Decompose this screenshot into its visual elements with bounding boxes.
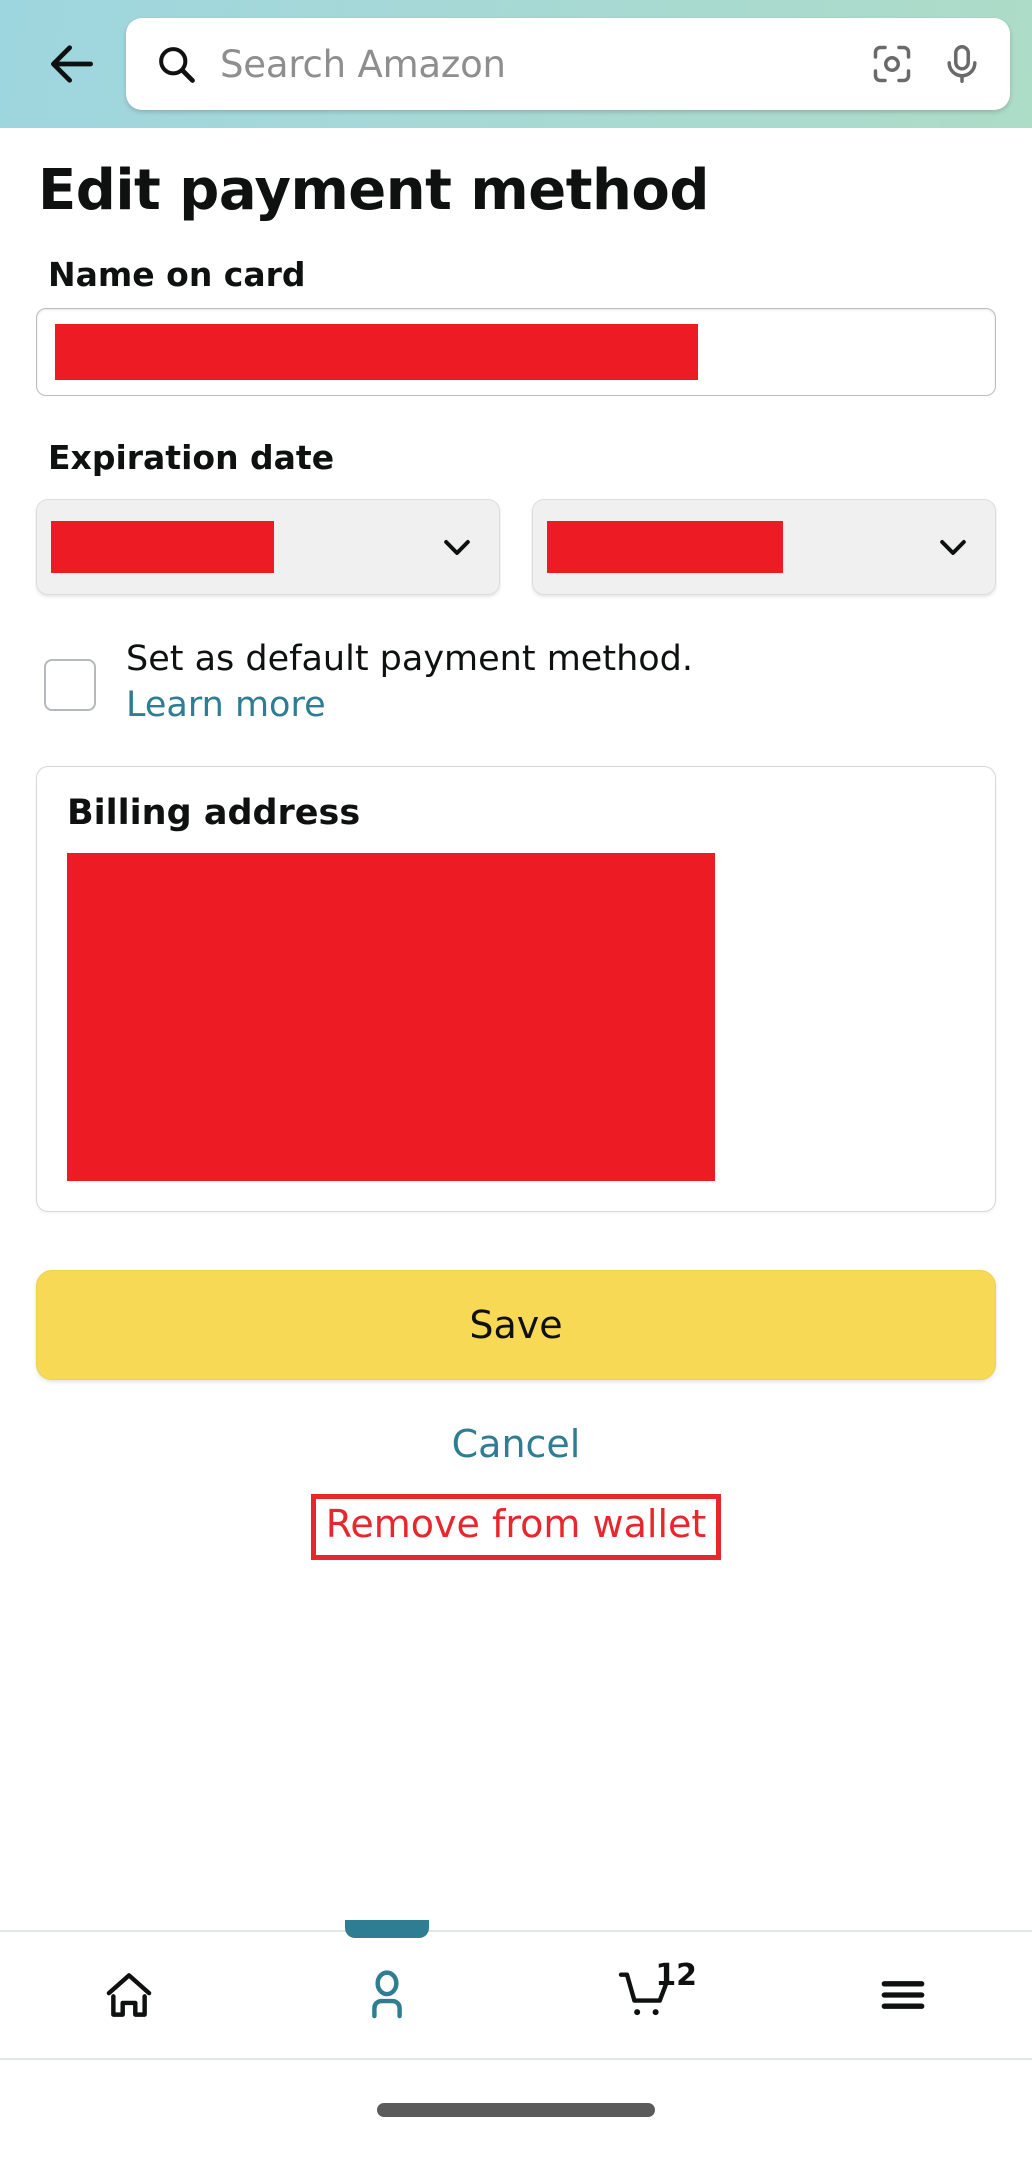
app-screen: Edit payment method Name on card Expirat…: [0, 0, 1032, 2160]
arrow-left-icon: [51, 45, 93, 83]
person-icon: [372, 1970, 402, 2019]
hamburger-menu-icon: [881, 1981, 925, 2009]
default-payment-row: Set as default payment method. Learn mor…: [36, 637, 996, 728]
redaction-bar-billing-address: [67, 853, 715, 1181]
chevron-down-icon: [437, 527, 477, 567]
remove-from-wallet-button[interactable]: Remove from wallet: [310, 1494, 722, 1560]
search-input[interactable]: [198, 42, 844, 86]
cancel-button[interactable]: Cancel: [36, 1422, 996, 1466]
chevron-down-icon: [933, 527, 973, 567]
page-content: Edit payment method Name on card Expirat…: [0, 128, 1032, 1930]
nav-item-account[interactable]: [258, 1920, 516, 2058]
cart-badge: 12: [655, 1958, 698, 1993]
save-button[interactable]: Save: [36, 1270, 996, 1380]
home-indicator: [377, 2103, 655, 2117]
expiration-year-select[interactable]: [532, 499, 996, 595]
microphone-icon[interactable]: [940, 42, 984, 86]
billing-address-card[interactable]: Billing address: [36, 766, 996, 1212]
billing-address-title: Billing address: [67, 793, 361, 833]
camera-scan-icon[interactable]: [870, 42, 914, 86]
nav-item-menu[interactable]: [774, 1932, 1032, 2058]
home-icon: [106, 1973, 152, 2017]
app-header: [0, 0, 1032, 128]
set-default-checkbox[interactable]: [44, 659, 96, 711]
expiration-month-select[interactable]: [36, 499, 500, 595]
expiration-date-label: Expiration date: [48, 438, 335, 477]
name-on-card-label: Name on card: [48, 255, 306, 294]
page-title: Edit payment method: [38, 158, 709, 223]
search-bar[interactable]: [126, 18, 1010, 110]
back-button[interactable]: [26, 18, 118, 110]
expiration-select-row: [36, 499, 996, 595]
learn-more-link[interactable]: Learn more: [126, 685, 326, 725]
set-default-label: Set as default payment method. Learn mor…: [126, 637, 736, 728]
remove-from-wallet-row: Remove from wallet: [36, 1494, 996, 1560]
bottom-navigation: 12: [0, 1920, 1032, 2060]
name-on-card-field[interactable]: [36, 308, 996, 396]
search-icon: [154, 42, 198, 86]
nav-item-cart[interactable]: 12: [516, 1932, 774, 2058]
redaction-bar-month: [51, 521, 274, 573]
redaction-bar-year: [547, 521, 783, 573]
redaction-bar-name: [55, 324, 698, 380]
nav-item-home[interactable]: [0, 1932, 258, 2058]
set-default-text: Set as default payment method.: [126, 639, 694, 679]
home-indicator-area: [0, 2060, 1032, 2160]
active-tab-indicator: [345, 1920, 429, 1938]
